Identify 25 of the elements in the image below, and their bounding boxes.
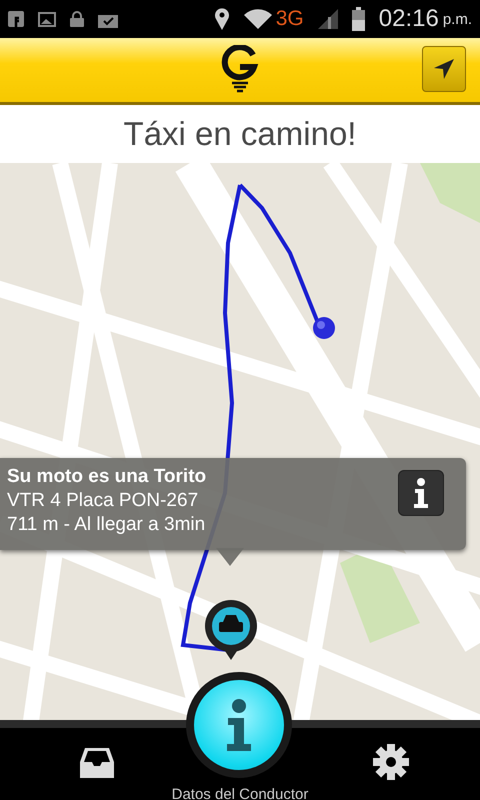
facebook-icon	[8, 11, 24, 27]
page-title: Táxi en camino!	[124, 115, 356, 153]
image-icon	[38, 12, 56, 26]
taxi-marker	[203, 600, 259, 660]
location-button[interactable]	[422, 46, 466, 92]
settings-button[interactable]	[372, 743, 410, 781]
lock-icon	[70, 11, 84, 27]
vehicle-title: Su moto es una Torito	[7, 466, 206, 488]
info-button[interactable]	[398, 470, 444, 516]
signal-icon	[318, 9, 338, 29]
wifi-icon	[244, 9, 272, 29]
clock-period: p.m.	[442, 10, 472, 28]
inbox-icon	[80, 746, 114, 778]
driver-data-label: Datos del Conductor	[170, 786, 310, 800]
lightbulb-logo-icon	[220, 45, 260, 95]
info-icon	[225, 699, 253, 751]
plate-text: VTR 4 Placa PON-267	[7, 490, 198, 512]
clock-time: 02:16	[378, 5, 439, 33]
location-pin-icon	[214, 8, 230, 30]
info-icon	[413, 478, 429, 508]
battery-icon	[352, 7, 365, 31]
arrival-text: 711 m - Al llegar a 3min	[7, 514, 206, 536]
navigation-arrow-icon	[432, 57, 456, 81]
location-dot	[312, 316, 336, 340]
network-type: 3G	[276, 7, 304, 31]
